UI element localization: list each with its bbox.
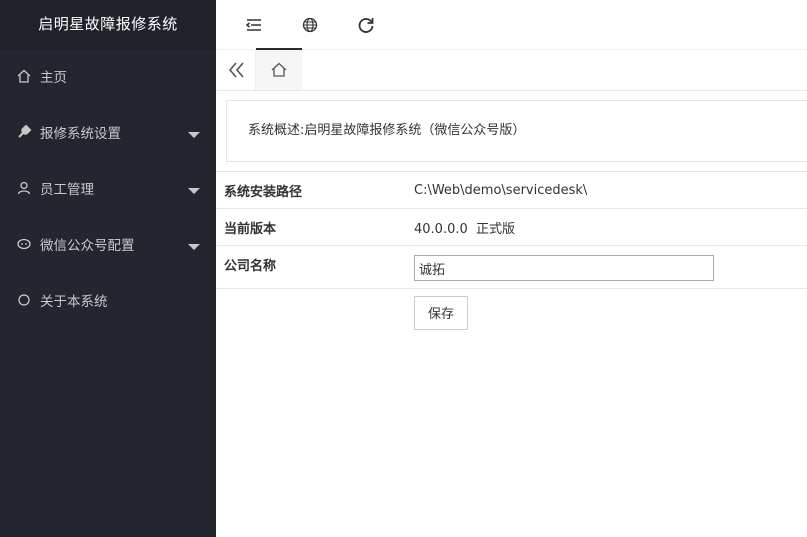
sidebar-item-label: 员工管理: [40, 182, 94, 198]
circle-icon: [18, 294, 30, 306]
version-value: 40.0.0.0 正式版: [406, 208, 807, 246]
sidebar-item-about[interactable]: 关于本系统: [0, 274, 216, 330]
home-icon: [271, 62, 287, 77]
wrench-icon: [18, 124, 32, 138]
refresh-icon[interactable]: [354, 13, 378, 37]
globe-icon[interactable]: [298, 13, 322, 37]
table-row: 系统安装路径 C:\Web\demo\servicedesk\: [216, 171, 807, 209]
system-summary: 系统概述:启明星故障报修系统（微信公众号版）: [226, 100, 807, 162]
table-row: 保存: [216, 288, 807, 337]
settings-table: 系统安装路径 C:\Web\demo\servicedesk\ 当前版本 40.…: [216, 171, 807, 337]
sidebar-item-staff[interactable]: 员工管理: [0, 162, 216, 218]
sidebar: 启明星故障报修系统 主页 报修系统设置 员工管理 微信公众号配置 关于本系统: [0, 0, 216, 537]
home-icon: [17, 69, 31, 83]
save-button[interactable]: 保存: [414, 295, 468, 330]
sidebar-item-repair-settings[interactable]: 报修系统设置: [0, 106, 216, 162]
sidebar-item-wechat-config[interactable]: 微信公众号配置: [0, 218, 216, 274]
install-path-value: C:\Web\demo\servicedesk\: [406, 171, 807, 209]
user-icon: [17, 181, 31, 195]
sidebar-item-label: 关于本系统: [40, 294, 108, 310]
wechat-icon: [17, 238, 31, 250]
top-header: [216, 0, 807, 50]
double-chevron-left-icon: [228, 62, 244, 78]
tabs-bar: [216, 48, 807, 91]
save-cell: 保存: [406, 288, 807, 337]
table-row: 公司名称: [216, 245, 807, 289]
app-title: 启明星故障报修系统: [0, 0, 216, 50]
sidebar-item-home[interactable]: 主页: [0, 50, 216, 106]
version-label: 当前版本: [216, 208, 406, 246]
company-name-input[interactable]: [414, 255, 714, 281]
table-row: 当前版本 40.0.0.0 正式版: [216, 208, 807, 246]
main-content: 系统概述:启明星故障报修系统（微信公众号版） 系统安装路径 C:\Web\dem…: [216, 91, 807, 537]
sidebar-item-label: 微信公众号配置: [40, 238, 135, 254]
empty-cell: [216, 288, 406, 337]
menu-toggle-icon[interactable]: [242, 13, 266, 37]
caret-down-icon: [188, 132, 200, 138]
company-name-cell: [406, 245, 807, 289]
company-name-label: 公司名称: [216, 245, 406, 289]
install-path-label: 系统安装路径: [216, 171, 406, 209]
caret-down-icon: [188, 188, 200, 194]
caret-down-icon: [188, 244, 200, 250]
sidebar-item-label: 主页: [40, 70, 67, 86]
tab-home[interactable]: [256, 48, 302, 90]
sidebar-item-label: 报修系统设置: [40, 126, 121, 142]
tab-prev-button[interactable]: [216, 50, 256, 90]
